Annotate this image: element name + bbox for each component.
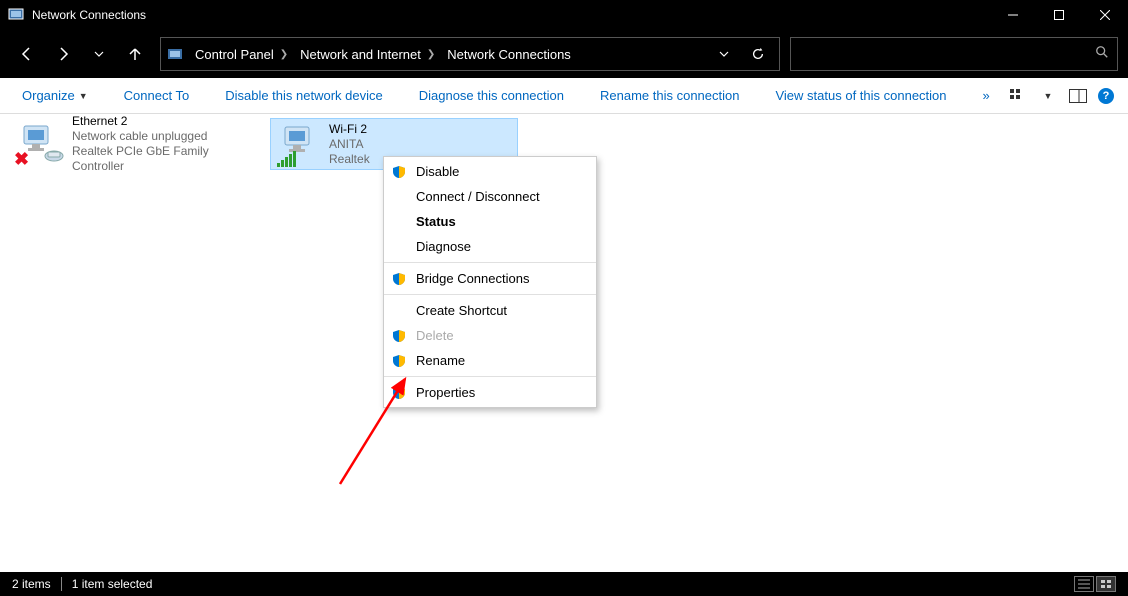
disable-device-button[interactable]: Disable this network device	[217, 84, 391, 107]
close-button[interactable]	[1082, 0, 1128, 30]
breadcrumbs: Control Panel❯ Network and Internet❯ Net…	[189, 38, 703, 70]
app-icon	[8, 7, 24, 23]
refresh-button[interactable]	[743, 39, 773, 69]
signal-strength-icon	[277, 151, 296, 167]
context-menu: Disable Connect / Disconnect Status Diag…	[383, 156, 597, 408]
connections-list: ✖ Ethernet 2 Network cable unplugged Rea…	[0, 114, 1128, 572]
maximize-button[interactable]	[1036, 0, 1082, 30]
item-count: 2 items	[12, 577, 51, 591]
large-icons-view-button[interactable]	[1096, 576, 1116, 592]
ctx-bridge-connections[interactable]: Bridge Connections	[384, 266, 596, 291]
diagnose-connection-button[interactable]: Diagnose this connection	[411, 84, 572, 107]
connection-item-ethernet[interactable]: ✖ Ethernet 2 Network cable unplugged Rea…	[14, 118, 262, 170]
separator	[384, 376, 596, 377]
connection-adapter: Realtek	[329, 152, 370, 167]
breadcrumb-control-panel[interactable]: Control Panel❯	[189, 38, 294, 70]
connection-name: Wi-Fi 2	[329, 122, 370, 137]
error-x-icon: ✖	[14, 149, 29, 170]
rename-connection-button[interactable]: Rename this connection	[592, 84, 747, 107]
address-dropdown-button[interactable]	[709, 39, 739, 69]
breadcrumb-network-internet[interactable]: Network and Internet❯	[294, 38, 441, 70]
ctx-diagnose[interactable]: Diagnose	[384, 234, 596, 259]
search-input[interactable]	[790, 37, 1118, 71]
back-button[interactable]	[10, 37, 44, 71]
ctx-status[interactable]: Status	[384, 209, 596, 234]
shield-icon	[392, 272, 406, 286]
command-bar: Organize▼ Connect To Disable this networ…	[0, 78, 1128, 114]
ctx-rename[interactable]: Rename	[384, 348, 596, 373]
address-bar[interactable]: Control Panel❯ Network and Internet❯ Net…	[160, 37, 780, 71]
ctx-delete: Delete	[384, 323, 596, 348]
chevron-right-icon: ❯	[280, 49, 288, 60]
connection-adapter: Realtek PCIe GbE Family Controller	[72, 144, 258, 174]
view-dropdown-button[interactable]: ▼	[1038, 86, 1058, 106]
minimize-button[interactable]	[990, 0, 1036, 30]
overflow-button[interactable]: »	[975, 84, 998, 107]
recent-locations-button[interactable]	[82, 37, 116, 71]
title-bar: Network Connections	[0, 0, 1128, 30]
selected-count: 1 item selected	[72, 577, 153, 591]
nav-bar: Control Panel❯ Network and Internet❯ Net…	[0, 30, 1128, 78]
chevron-down-icon: ▼	[79, 91, 88, 101]
status-bar: 2 items 1 item selected	[0, 572, 1128, 596]
preview-pane-button[interactable]	[1068, 86, 1088, 106]
connection-status: Network cable unplugged	[72, 129, 258, 144]
organize-button[interactable]: Organize▼	[14, 84, 96, 107]
chevron-right-icon: ❯	[427, 49, 435, 60]
up-button[interactable]	[118, 37, 152, 71]
shield-icon	[392, 329, 406, 343]
separator	[384, 294, 596, 295]
connection-status: ANITA	[329, 137, 370, 152]
connection-name: Ethernet 2	[72, 114, 258, 129]
shield-icon	[392, 165, 406, 179]
wifi-icon	[275, 121, 323, 169]
shield-icon	[392, 386, 406, 400]
help-button[interactable]: ?	[1098, 88, 1114, 104]
view-status-button[interactable]: View status of this connection	[767, 84, 954, 107]
divider	[61, 577, 62, 591]
view-options-button[interactable]	[1008, 86, 1028, 106]
forward-button[interactable]	[46, 37, 80, 71]
ctx-properties[interactable]: Properties	[384, 380, 596, 405]
window-title: Network Connections	[32, 8, 990, 22]
search-icon	[1095, 45, 1109, 64]
connect-to-button[interactable]: Connect To	[116, 84, 198, 107]
ctx-create-shortcut[interactable]: Create Shortcut	[384, 298, 596, 323]
breadcrumb-network-connections[interactable]: Network Connections	[441, 38, 577, 70]
location-icon	[161, 46, 189, 62]
ctx-connect-disconnect[interactable]: Connect / Disconnect	[384, 184, 596, 209]
ctx-disable[interactable]: Disable	[384, 159, 596, 184]
shield-icon	[392, 354, 406, 368]
separator	[384, 262, 596, 263]
details-view-button[interactable]	[1074, 576, 1094, 592]
ethernet-icon: ✖	[18, 120, 66, 168]
